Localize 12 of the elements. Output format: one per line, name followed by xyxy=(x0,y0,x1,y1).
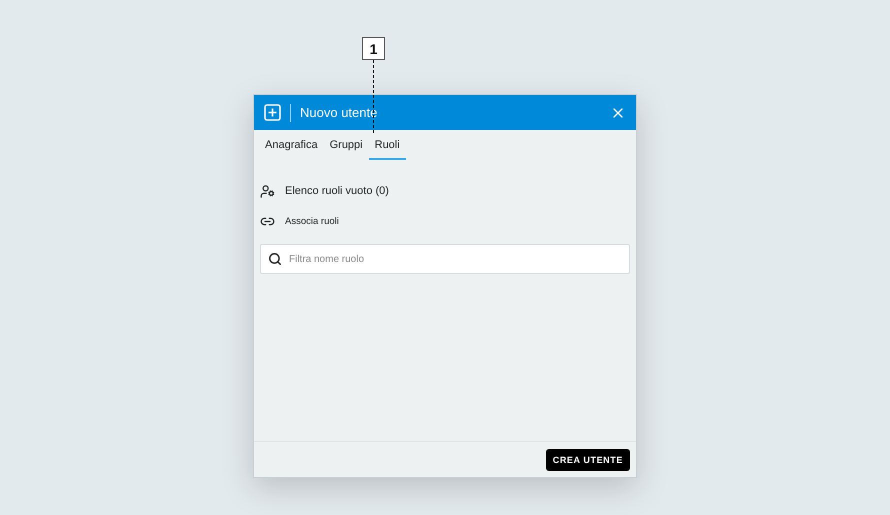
tab[interactable]: Gruppi xyxy=(324,130,369,160)
roles-list-label: Elenco ruoli vuoto (0) xyxy=(285,185,389,197)
associate-roles-link[interactable]: Associa ruoli xyxy=(285,216,339,226)
search-icon xyxy=(268,252,282,266)
user-settings-icon xyxy=(260,184,275,198)
add-icon xyxy=(264,104,281,121)
tab[interactable]: Ruoli xyxy=(368,130,406,160)
callout-label: 1 xyxy=(362,37,385,60)
window-title: Nuovo utente xyxy=(300,105,378,120)
create-user-button[interactable]: CREA UTENTE xyxy=(546,448,630,470)
search-field[interactable]: Filtra nome ruolo xyxy=(260,244,630,274)
tab[interactable]: Anagrafica xyxy=(259,130,324,160)
